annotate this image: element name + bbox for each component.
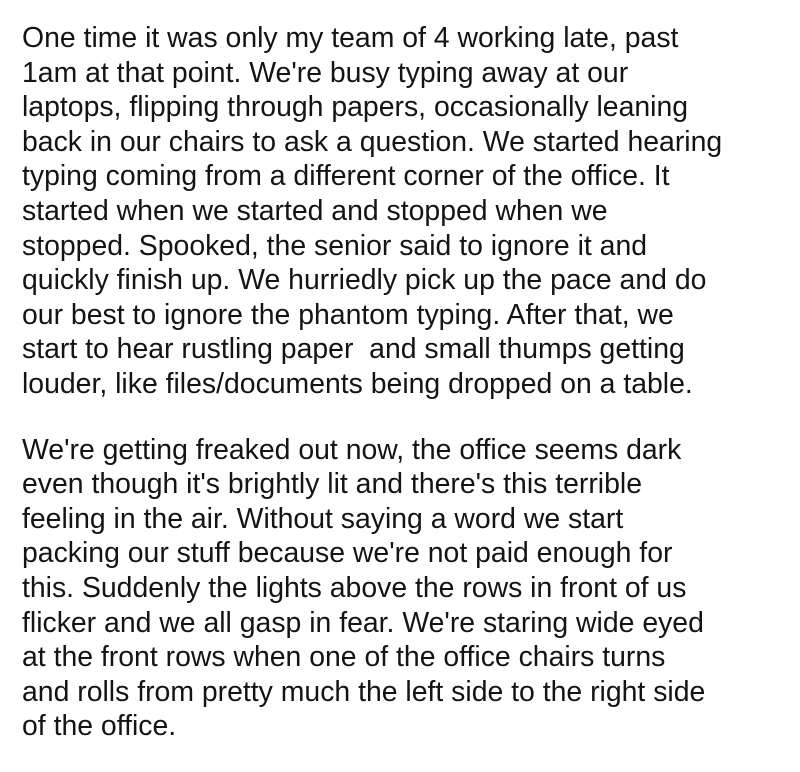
post-body: One time it was only my team of 4 workin… bbox=[22, 21, 792, 744]
text-line: We're getting freaked out now, the offic… bbox=[22, 433, 682, 466]
text-line: of the office. bbox=[22, 710, 177, 743]
text-line: this. Suddenly the lights above the rows… bbox=[22, 571, 687, 604]
text-line: quickly finish up. We hurriedly pick up … bbox=[22, 264, 707, 297]
text-line: 1am at that point. We're busy typing awa… bbox=[22, 56, 629, 89]
text-line: back in our chairs to ask a question. We… bbox=[22, 125, 723, 158]
text-line: and rolls from pretty much the left side… bbox=[22, 675, 706, 708]
text-line: typing coming from a different corner of… bbox=[22, 160, 670, 193]
text-line: One time it was only my team of 4 workin… bbox=[22, 22, 679, 54]
text-line: at the front rows when one of the office… bbox=[22, 641, 666, 674]
text-line: laptops, flipping through papers, occasi… bbox=[22, 91, 689, 124]
text-line: start to hear rustling paper and small t… bbox=[22, 333, 685, 366]
text-line: flicker and we all gasp in fear. We're s… bbox=[22, 606, 704, 639]
paragraph-2: We're getting freaked out now, the offic… bbox=[22, 433, 792, 744]
text-line: feeling in the air. Without saying a wor… bbox=[22, 502, 624, 535]
paragraph-1: One time it was only my team of 4 workin… bbox=[22, 21, 792, 402]
text-line: started when we started and stopped when… bbox=[22, 194, 608, 227]
text-line: louder, like files/documents being dropp… bbox=[22, 367, 693, 400]
text-line: stopped. Spooked, the senior said to ign… bbox=[22, 229, 648, 262]
text-line: even though it's brightly lit and there'… bbox=[22, 468, 642, 501]
text-line: our best to ignore the phantom typing. A… bbox=[22, 298, 674, 331]
text-line: packing our stuff because we're not paid… bbox=[22, 537, 673, 570]
